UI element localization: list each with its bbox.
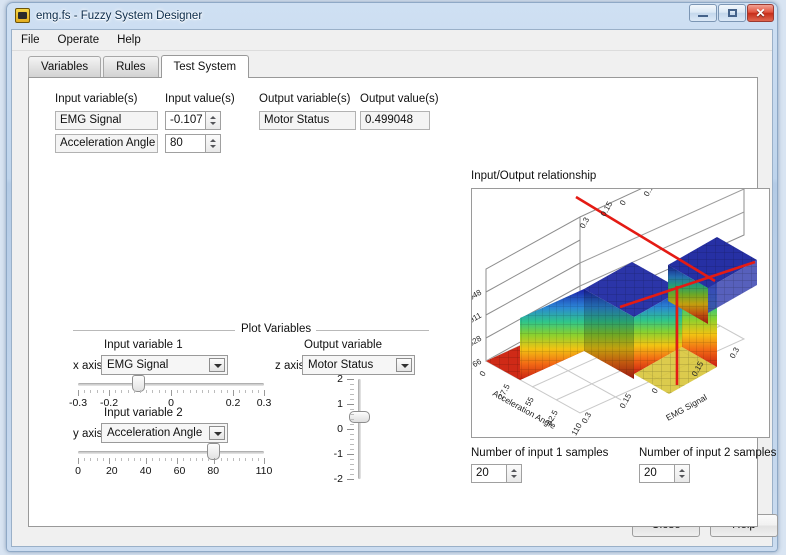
z-axis-tick-marks <box>347 379 354 479</box>
menu-operate[interactable]: Operate <box>49 30 109 51</box>
menu-bar: File Operate Help <box>12 30 772 51</box>
x-axis-label: x axis <box>73 360 102 372</box>
tick-label: 80 <box>193 465 233 477</box>
samples1-label: Number of input 1 samples <box>471 447 608 459</box>
tick-label: 0.3 <box>244 397 284 409</box>
z-axis-label: z axis <box>275 360 304 372</box>
tick-label: 1 <box>317 398 343 410</box>
samples2-spinner[interactable] <box>675 464 690 483</box>
y-axis-title: Acceleration Angle <box>491 388 558 431</box>
x-top-tick-2: 0 <box>618 198 628 207</box>
x-tick-1: 0.15 <box>618 392 634 410</box>
relationship-title: Input/Output relationship <box>471 170 596 182</box>
maximize-button[interactable] <box>718 4 746 22</box>
tab-test-system[interactable]: Test System <box>161 55 250 78</box>
input-variable-1-title: Input variable 1 <box>104 339 183 351</box>
z-tick-3: 0.250766 <box>472 357 483 381</box>
tick-label: 110 <box>244 465 284 477</box>
output-variable-name-1: Motor Status <box>259 111 356 130</box>
surface-plot-svg: 0.499048 0.24911 0.000828 0.250766 0 27.… <box>472 189 769 437</box>
output-variables-label: Output variable(s) <box>259 93 350 105</box>
title-bar: emg.fs - Fuzzy System Designer ✕ <box>7 3 777 29</box>
tick-label: -1 <box>317 448 343 460</box>
z-axis-variable-value: Motor Status <box>303 356 392 374</box>
input-output-surface-plot[interactable]: 0.499048 0.24911 0.000828 0.250766 0 27.… <box>471 188 770 438</box>
z-tick-1: 0.24911 <box>472 311 483 333</box>
close-icon: ✕ <box>748 5 773 21</box>
x-axis-variable-combo[interactable]: EMG Signal <box>101 355 228 375</box>
samples2-field[interactable]: 20 <box>639 464 675 483</box>
tick-label: 0 <box>317 423 343 435</box>
y-axis-slider-track[interactable] <box>78 451 264 454</box>
input-variable-name-2: Acceleration Angle <box>55 134 158 153</box>
input-variables-label: Input variable(s) <box>55 93 137 105</box>
input-variable-2-title: Input variable 2 <box>104 407 183 419</box>
x-axis-variable-value: EMG Signal <box>102 356 205 374</box>
chevron-down-icon[interactable] <box>209 358 225 372</box>
group-rule-right <box>304 330 429 331</box>
samples1-field[interactable]: 20 <box>471 464 507 483</box>
application-window: emg.fs - Fuzzy System Designer ✕ File Op… <box>6 2 778 552</box>
y-axis-variable-value: Acceleration Angle <box>102 424 205 442</box>
input-values-label: Input value(s) <box>165 93 235 105</box>
input-variable-name-1: EMG Signal <box>55 111 158 130</box>
y-axis-tick-marks <box>78 458 264 464</box>
close-window-button[interactable]: ✕ <box>747 4 774 22</box>
output-value-field-1: 0.499048 <box>360 111 430 130</box>
output-values-label: Output value(s) <box>360 93 439 105</box>
y-tick-4: 110 <box>570 421 584 437</box>
window-title: emg.fs - Fuzzy System Designer <box>36 8 202 24</box>
tab-strip: Variables Rules Test System <box>28 56 251 78</box>
client-area: File Operate Help Variables Rules Test S… <box>11 29 773 547</box>
z-tick-2: 0.000828 <box>472 334 483 358</box>
chevron-down-icon[interactable] <box>209 426 225 440</box>
input-value-field-1[interactable]: -0.107 <box>165 111 206 130</box>
tab-variables[interactable]: Variables <box>28 56 101 77</box>
test-system-panel: Input variable(s) Input value(s) Output … <box>28 77 758 527</box>
menu-file[interactable]: File <box>12 30 49 51</box>
chevron-down-icon[interactable] <box>396 358 412 372</box>
z-tick-0: 0.499048 <box>472 288 483 312</box>
tick-label: 2 <box>317 373 343 385</box>
samples1-spinner[interactable] <box>507 464 522 483</box>
output-variable-title: Output variable <box>304 339 382 351</box>
input-value-spinner-1[interactable] <box>206 111 221 130</box>
input-value-spinner-2[interactable] <box>206 134 221 153</box>
app-icon <box>15 8 30 23</box>
x-axis-title: EMG Signal <box>664 392 709 423</box>
x-axis-slider-track[interactable] <box>78 383 264 386</box>
z-axis-variable-combo[interactable]: Motor Status <box>302 355 415 375</box>
plot-variables-group-title: Plot Variables <box>236 323 316 335</box>
x-tick-4: 0.3 <box>728 345 742 360</box>
y-axis-variable-combo[interactable]: Acceleration Angle <box>101 423 228 443</box>
samples2-label: Number of input 2 samples <box>639 447 776 459</box>
minimize-button[interactable] <box>689 4 717 22</box>
y-axis-label: y axis <box>73 428 102 440</box>
x-top-tick-3: 0.15 <box>642 189 658 198</box>
x-axis-tick-marks <box>78 390 264 396</box>
input-value-field-2[interactable]: 80 <box>165 134 206 153</box>
group-rule-left <box>73 330 235 331</box>
tab-rules[interactable]: Rules <box>103 56 158 77</box>
z-axis-slider-track[interactable] <box>358 379 361 479</box>
y-tick-0: 0 <box>478 369 488 378</box>
tick-label: -2 <box>317 473 343 485</box>
menu-help[interactable]: Help <box>108 30 150 51</box>
